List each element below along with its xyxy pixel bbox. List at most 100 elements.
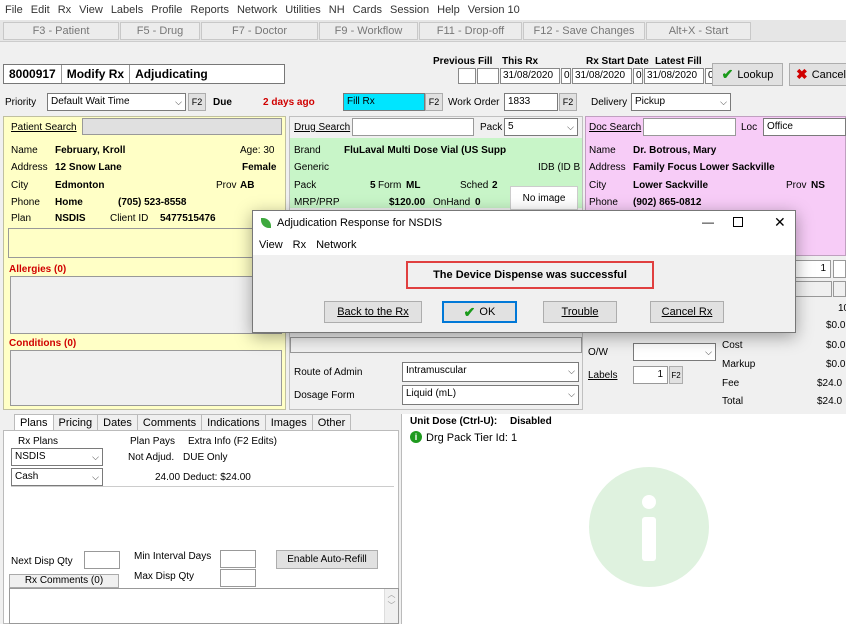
tab-comments[interactable]: Comments	[136, 414, 203, 431]
pricing-value-a: $0.0	[826, 320, 846, 331]
fill-rx-field[interactable]: Fill Rx	[343, 93, 425, 111]
tab-plans[interactable]: Plans	[14, 414, 54, 431]
menu-session[interactable]: Session	[390, 4, 429, 16]
dialog-title-bar: Adjudication Response for NSDIS — ✕	[253, 211, 795, 235]
patient-search-input[interactable]	[82, 118, 282, 135]
fkey-workflow[interactable]: F9 - Workflow	[319, 22, 418, 40]
doc-phone-label: Phone	[589, 197, 618, 208]
plan-info-2: Deduct: $24.00	[183, 472, 251, 483]
menu-profile[interactable]: Profile	[151, 4, 182, 16]
menu-bar: File Edit Rx View Labels Profile Reports Networ…	[0, 0, 846, 20]
ok-button[interactable]: ✔ OK	[442, 301, 517, 323]
pricing-value-10: 10	[838, 303, 846, 314]
dosage-select[interactable]: Liquid (mL) ⌵	[402, 385, 579, 405]
fee-value: $24.0	[817, 378, 843, 389]
adjudication-dialog: Adjudication Response for NSDIS — ✕ View…	[252, 210, 796, 333]
plan-select-2[interactable]: Cash ⌵	[11, 468, 103, 486]
drug-pack-label: Pack	[480, 122, 503, 133]
doc-city-label: City	[589, 180, 607, 191]
unit-dose-label: Unit Dose (Ctrl-U):	[410, 416, 498, 427]
labels-field[interactable]: 1	[633, 366, 668, 384]
trouble-button[interactable]: Trouble	[543, 301, 617, 323]
fkey-drop-off[interactable]: F11 - Drop-off	[419, 22, 522, 40]
drug-search-input[interactable]	[352, 118, 474, 136]
plan-select-1[interactable]: NSDIS ⌵	[11, 448, 103, 466]
minimize-icon[interactable]: —	[702, 215, 714, 229]
rx-comments-textarea[interactable]	[9, 588, 399, 624]
fkey-start[interactable]: Alt+X - Start	[646, 22, 751, 40]
cancel-rx-button[interactable]: Cancel Rx	[650, 301, 724, 323]
priority-select[interactable]: Default Wait Time ⌵	[47, 93, 186, 111]
loc-select[interactable]: Office	[763, 118, 846, 136]
enable-auto-refill-button[interactable]: Enable Auto-Refill	[276, 550, 378, 569]
conditions-label: Conditions (0)	[9, 338, 77, 349]
close-icon[interactable]: ✕	[774, 214, 786, 231]
menu-cards[interactable]: Cards	[353, 4, 382, 16]
patient-plan: NSDIS	[55, 213, 86, 224]
dialog-menu-bar: View Rx Network	[253, 235, 795, 255]
maximize-icon[interactable]	[733, 217, 743, 227]
comments-scrollbar[interactable]: ︿ ﹀	[384, 589, 398, 623]
next-disp-field[interactable]	[84, 551, 120, 569]
tab-other[interactable]: Other	[311, 414, 352, 431]
drug-pack-select[interactable]: 5 ⌵	[504, 118, 578, 136]
tab-dates[interactable]: Dates	[97, 414, 138, 431]
total-label: Total	[722, 396, 744, 407]
rx-comments-tab[interactable]: Rx Comments (0)	[9, 574, 119, 588]
previous-fill-label: Previous Fill	[433, 56, 493, 67]
pricing-field-2[interactable]	[833, 281, 846, 297]
plan-pays-1: Not Adjud.	[128, 452, 175, 463]
chevron-down-icon: ⌵	[92, 472, 99, 482]
fkey-doctor[interactable]: F7 - Doctor	[201, 22, 318, 40]
menu-file[interactable]: File	[5, 4, 23, 16]
work-order-f2-button[interactable]: F2	[559, 93, 577, 111]
menu-version-10[interactable]: Version 10	[468, 4, 520, 16]
allergies-list[interactable]	[10, 276, 282, 334]
quantity-extra[interactable]	[833, 260, 846, 278]
chevron-down-icon: ⌵	[175, 97, 182, 107]
dialog-menu-network[interactable]: Network	[316, 239, 356, 251]
chevron-down-icon: ⌵	[567, 122, 574, 132]
cancel-button[interactable]: ✖ Cancel	[789, 63, 846, 86]
menu-reports[interactable]: Reports	[190, 4, 229, 16]
min-interval-field[interactable]	[220, 550, 256, 568]
form-label: Form	[378, 180, 402, 191]
tab-indications[interactable]: Indications	[201, 414, 266, 431]
menu-labels[interactable]: Labels	[111, 4, 143, 16]
info-watermark-icon	[589, 467, 709, 587]
fkey-drug[interactable]: F5 - Drug	[120, 22, 200, 40]
priority-f2-button[interactable]: F2	[188, 93, 206, 111]
dialog-menu-rx[interactable]: Rx	[293, 239, 306, 251]
menu-utilities[interactable]: Utilities	[285, 4, 320, 16]
tab-images[interactable]: Images	[264, 414, 313, 431]
form-value: ML	[406, 180, 421, 191]
cost-value: $0.0	[826, 340, 846, 351]
labels-f2-button[interactable]: F2	[669, 366, 683, 384]
menu-rx[interactable]: Rx	[58, 4, 71, 16]
dialog-menu-view[interactable]: View	[259, 239, 283, 251]
lookup-button[interactable]: ✔ Lookup	[712, 63, 783, 86]
menu-edit[interactable]: Edit	[31, 4, 50, 16]
conditions-list[interactable]	[10, 350, 282, 406]
fill-f2-button[interactable]: F2	[425, 93, 443, 111]
work-order-field[interactable]: 1833	[504, 93, 558, 111]
max-disp-field[interactable]	[220, 569, 256, 587]
menu-nh[interactable]: NH	[329, 4, 345, 16]
fkey-patient[interactable]: F3 - Patient	[3, 22, 119, 40]
rx-start-date-label: Rx Start Date	[586, 56, 649, 67]
fkey-save-changes[interactable]: F12 - Save Changes	[523, 22, 645, 40]
delivery-select[interactable]: Pickup ⌵	[631, 93, 731, 111]
doc-search-input[interactable]	[643, 118, 736, 136]
menu-view[interactable]: View	[79, 4, 103, 16]
menu-network[interactable]: Network	[237, 4, 277, 16]
patient-prov-label: Prov	[216, 180, 237, 191]
ow-select[interactable]: ⌵	[633, 343, 716, 361]
quantity-field[interactable]: 1	[795, 260, 831, 278]
back-to-rx-button[interactable]: Back to the Rx	[324, 301, 422, 323]
menu-help[interactable]: Help	[437, 4, 460, 16]
pack-label: Pack	[294, 180, 317, 191]
tab-pricing[interactable]: Pricing	[52, 414, 99, 431]
route-select[interactable]: Intramuscular ⌵	[402, 362, 579, 382]
patient-notes[interactable]	[8, 228, 282, 258]
drug-notes[interactable]	[290, 337, 582, 353]
